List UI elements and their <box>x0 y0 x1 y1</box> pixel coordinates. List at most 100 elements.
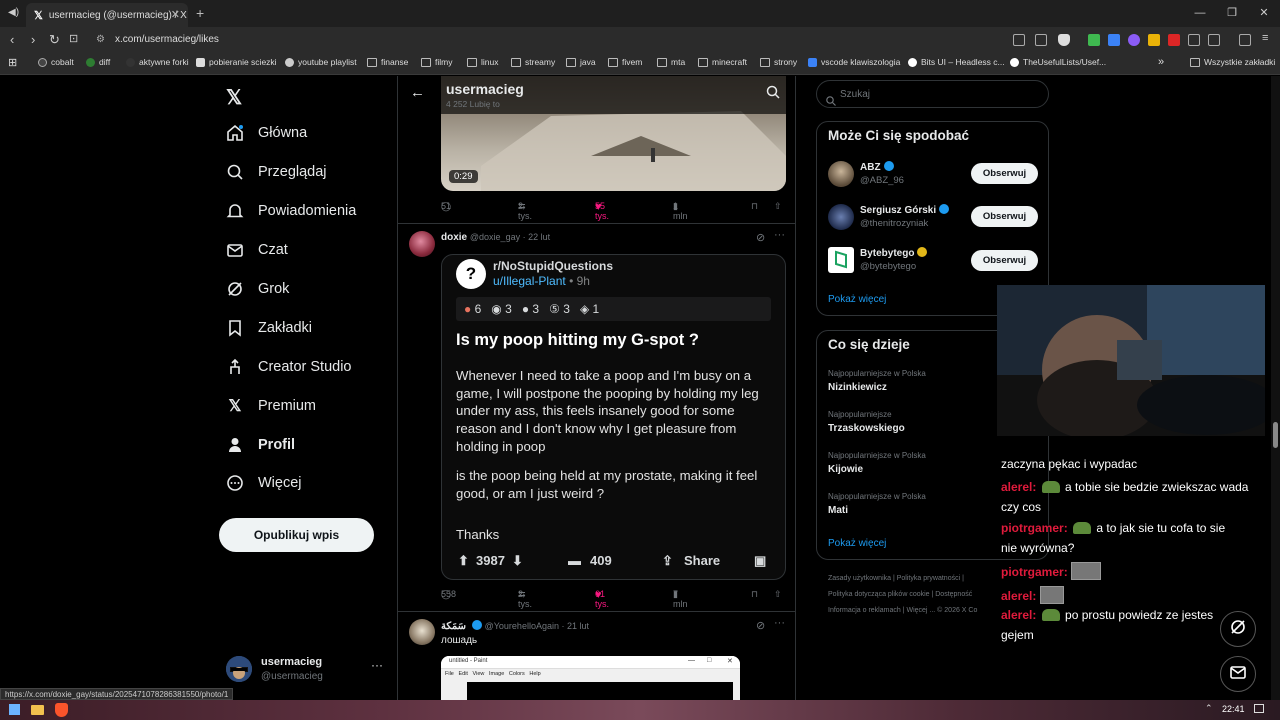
nav-bookmarks[interactable]: Zakładki <box>226 319 312 337</box>
tweet-author-name[interactable]: سَمَكة <box>441 621 466 632</box>
avatar[interactable] <box>409 231 435 257</box>
like-button[interactable]: ♥ 55 tys. <box>595 201 609 221</box>
bookmark-aktywne-forki[interactable]: aktywne forki <box>126 57 189 67</box>
like-button[interactable]: ♥ 61 tys. <box>595 589 609 609</box>
tweet-author-name[interactable]: doxie <box>441 232 467 243</box>
clock[interactable]: 22:41 <box>1222 704 1245 714</box>
extension-icon[interactable] <box>1013 34 1025 46</box>
bookmark-folder-linux[interactable]: linux <box>467 57 498 67</box>
forward-icon[interactable]: › <box>31 32 35 47</box>
publish-button[interactable]: Opublikuj wpis <box>219 518 374 552</box>
grok-icon[interactable]: ⊘ <box>756 619 765 632</box>
grok-icon[interactable]: ⊘ <box>756 231 765 244</box>
sound-icon[interactable]: ◀) <box>8 7 19 18</box>
more-icon[interactable]: ··· <box>371 658 383 672</box>
suggestion-handle[interactable]: @bytebytego <box>860 261 916 272</box>
puzzle-icon[interactable] <box>1188 34 1200 46</box>
windows-start-icon[interactable] <box>9 704 20 715</box>
trend-item[interactable]: Nizinkiewicz <box>828 382 887 393</box>
account-switcher[interactable]: usermacieg @usermacieg ··· <box>226 654 386 688</box>
bookmark-diff[interactable]: diff <box>86 57 110 67</box>
site-info-icon[interactable]: ⚙ <box>96 30 105 50</box>
more-icon[interactable]: ··· <box>774 617 785 629</box>
reply-button[interactable]: ◯ 558 <box>441 589 456 599</box>
close-window-button[interactable]: ✕ <box>1248 0 1280 27</box>
avatar[interactable] <box>828 204 854 230</box>
extension-icon[interactable] <box>1148 34 1160 46</box>
more-icon[interactable]: ··· <box>774 229 785 241</box>
avatar[interactable] <box>409 619 435 645</box>
bookmark-bits-ui[interactable]: Bits UI – Headless c... <box>908 57 1005 67</box>
repost-button[interactable]: ⇆ 2 tys. <box>518 589 532 609</box>
bookmark-folder-finanse[interactable]: finanse <box>367 57 408 67</box>
nav-notifications[interactable]: Powiadomienia <box>226 202 356 220</box>
nav-more[interactable]: Więcej <box>226 474 302 492</box>
trends-show-more-link[interactable]: Pokaż więcej <box>828 538 886 549</box>
back-arrow-icon[interactable]: ← <box>410 84 425 101</box>
bookmark-pobieranie[interactable]: pobieranie sciezki <box>196 57 277 67</box>
restore-button[interactable]: ❐ <box>1216 0 1248 27</box>
bookmark-cobalt[interactable]: cobalt <box>38 57 74 67</box>
timeline[interactable]: 0:29 ← usermacieg 4 252 Lubię to ◯ 51 ⇆ … <box>397 76 796 700</box>
back-icon[interactable]: ‹ <box>10 32 14 47</box>
nav-premium[interactable]: 𝕏 Premium <box>226 397 316 415</box>
suggestion-handle[interactable]: @thenitrozyniak <box>860 218 928 229</box>
bookmark-folder-fivem[interactable]: fivem <box>608 57 642 67</box>
suggestion-name[interactable]: ABZ <box>860 161 894 173</box>
browser-tab[interactable]: 𝕏 usermacieg (@usermacieg) / X ✕ <box>26 3 188 27</box>
nav-grok[interactable]: Grok <box>226 280 289 298</box>
search-icon[interactable] <box>766 85 780 104</box>
follow-button[interactable]: Obserwuj <box>971 206 1038 227</box>
views-button[interactable]: ▮ 7 mln <box>673 589 688 609</box>
close-tab-icon[interactable]: ✕ <box>171 8 180 21</box>
bookmark-youtube-playlist[interactable]: youtube playlist <box>285 57 357 67</box>
menu-icon[interactable]: ≡ <box>1262 32 1268 44</box>
file-explorer-icon[interactable] <box>31 705 44 715</box>
bookmark-folder-strony[interactable]: strony <box>760 57 797 67</box>
avatar[interactable] <box>828 247 854 273</box>
tweet-author-handle[interactable]: @doxie_gay · 22 lut <box>470 232 550 242</box>
brave-shield-icon[interactable] <box>1058 34 1070 46</box>
tweet-author-handle[interactable]: @YourehelloAgain · 21 lut <box>485 621 589 631</box>
bookmark-folder-java[interactable]: java <box>566 57 596 67</box>
repost-button[interactable]: ⇆ 2 tys. <box>518 201 532 221</box>
reload-icon[interactable]: ↻ <box>49 32 60 48</box>
grok-float-button[interactable] <box>1220 611 1256 647</box>
tray-chevron-icon[interactable]: ⌃ <box>1205 703 1213 714</box>
footer-links[interactable]: Informacja o reklamach | Więcej ... © 20… <box>828 607 977 614</box>
extension-icon[interactable] <box>1128 34 1140 46</box>
follow-button[interactable]: Obserwuj <box>971 163 1038 184</box>
follow-button[interactable]: Obserwuj <box>971 250 1038 271</box>
bookmark-folder-streamy[interactable]: streamy <box>511 57 555 67</box>
extension-icon[interactable] <box>1108 34 1120 46</box>
search-input[interactable]: Szukaj <box>816 80 1049 108</box>
share-icon[interactable] <box>1035 34 1047 46</box>
bookmark-page-icon[interactable]: ⊡ <box>69 32 78 45</box>
bookmark-folder-filmy[interactable]: filmy <box>421 57 452 67</box>
all-bookmarks[interactable]: Wszystkie zakładki <box>1190 57 1275 67</box>
footer-links[interactable]: Polityka dotycząca plików cookie | Dostę… <box>828 591 972 598</box>
extension-icon[interactable] <box>1088 34 1100 46</box>
bookmark-vscode[interactable]: vscode klawiszologia <box>808 57 900 67</box>
sidebar-icon[interactable] <box>1208 34 1220 46</box>
suggestion-name[interactable]: Bytebytego <box>860 247 928 259</box>
wallet-icon[interactable] <box>1239 34 1251 46</box>
bookmark-folder-minecraft[interactable]: minecraft <box>698 57 747 67</box>
footer-links[interactable]: Zasady użytkownika | Polityka prywatnośc… <box>828 575 964 582</box>
suggestion-handle[interactable]: @ABZ_96 <box>860 175 904 186</box>
scrollbar[interactable] <box>1271 76 1280 700</box>
bookmark-usefullists[interactable]: TheUsefulLists/Usef... <box>1010 57 1106 67</box>
trend-item[interactable]: Trzaskowskiego <box>828 423 905 434</box>
new-tab-button[interactable]: + <box>196 5 204 21</box>
x-logo-icon[interactable]: 𝕏 <box>226 85 242 110</box>
address-bar[interactable]: ⚙ x.com/usermacieg/likes <box>88 30 1008 50</box>
suggestion-name[interactable]: Sergiusz Górski <box>860 204 950 216</box>
extension-icon[interactable] <box>1168 34 1180 46</box>
views-button[interactable]: ▮ 1 mln <box>673 201 688 221</box>
nav-chat[interactable]: Czat <box>226 241 288 259</box>
notification-icon[interactable] <box>1254 704 1264 713</box>
trend-item[interactable]: Kijowie <box>828 464 863 475</box>
trend-item[interactable]: Mati <box>828 505 848 516</box>
nav-profile[interactable]: Profil <box>226 436 295 454</box>
tweet-image[interactable]: ? r/NoStupidQuestions u/Illegal-Plant • … <box>441 254 786 580</box>
